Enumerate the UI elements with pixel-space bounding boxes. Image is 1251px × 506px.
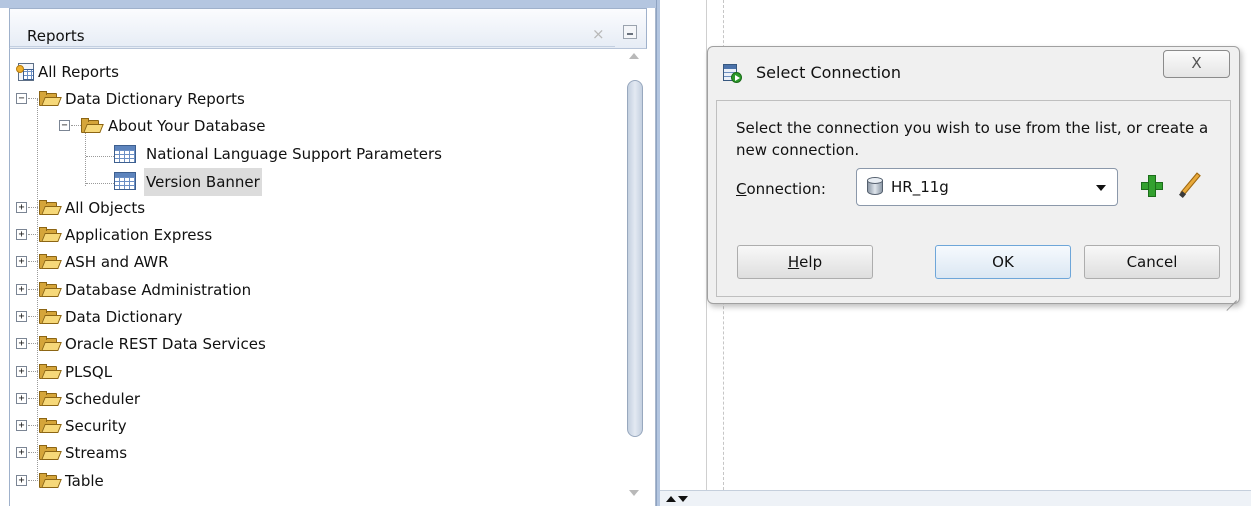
tree-item-label: Streams [65, 444, 128, 462]
tree-item-label: Data Dictionary [65, 308, 183, 326]
help-button[interactable]: Help [737, 245, 873, 279]
panel-top-strip [0, 0, 656, 8]
add-connection-icon[interactable] [1140, 174, 1164, 198]
reports-panel: Reports × All Reports − Data Dictionary … [0, 0, 656, 506]
expand-icon[interactable]: + [16, 202, 27, 213]
mnemonic-letter: H [787, 253, 800, 271]
scroll-up-icon[interactable] [629, 53, 639, 59]
expand-icon[interactable]: + [16, 229, 27, 240]
expand-icon[interactable]: + [16, 447, 27, 458]
tree-connector [28, 289, 38, 290]
folder-icon [38, 227, 62, 243]
tree-connector [28, 425, 38, 426]
dialog-titlebar[interactable]: Select Connection X [708, 47, 1239, 95]
minimize-button[interactable] [623, 25, 637, 39]
tree-connector [28, 343, 38, 344]
panel-left-border [9, 49, 10, 506]
tree-item-label: National Language Support Parameters [146, 145, 442, 163]
tree-connector [28, 452, 38, 453]
run-report-icon [722, 63, 742, 83]
edit-connection-icon[interactable] [1178, 172, 1204, 199]
tree-item-label: All Objects [65, 199, 146, 217]
folder-icon [38, 282, 62, 298]
expand-icon[interactable]: + [16, 338, 27, 349]
help-button-label: elp [799, 253, 823, 271]
tree-item-label: Table [65, 472, 104, 490]
reports-panel-title: Reports [27, 27, 85, 45]
arrow-up-icon[interactable] [666, 496, 676, 502]
expand-icon[interactable]: + [16, 311, 27, 322]
dialog-title: Select Connection [756, 63, 901, 82]
folder-icon [38, 91, 62, 107]
connection-value: HR_11g [891, 178, 949, 196]
tree-connector [28, 480, 38, 481]
report-table-icon [114, 172, 136, 190]
folder-icon [38, 254, 62, 270]
tree-item-label: Scheduler [65, 390, 141, 408]
connection-select[interactable]: HR_11g [856, 168, 1118, 206]
expand-icon[interactable]: + [16, 366, 27, 377]
connection-label: Connection: [736, 180, 826, 198]
folder-icon [38, 336, 62, 352]
tree-item-label: Version Banner [144, 168, 262, 196]
all-reports-icon [16, 62, 36, 82]
ok-button[interactable]: OK [935, 245, 1071, 279]
tree-item-label: Security [65, 417, 127, 435]
tree-item-label: ASH and AWR [65, 253, 169, 271]
tree-connector [86, 156, 114, 157]
folder-icon [38, 445, 62, 461]
collapse-icon[interactable]: − [59, 120, 70, 131]
reports-panel-header: Reports × [9, 8, 647, 49]
database-icon [867, 177, 883, 197]
scroll-thumb[interactable] [627, 80, 643, 437]
tree-connector [28, 261, 38, 262]
tree-item-label: All Reports [38, 63, 119, 81]
expand-icon[interactable]: + [16, 420, 27, 431]
bottom-toolbar [660, 490, 1251, 506]
expand-icon[interactable]: + [16, 475, 27, 486]
tree-item-label: Oracle REST Data Services [65, 335, 266, 353]
tree-item-label: About Your Database [108, 117, 266, 135]
collapse-icon[interactable]: − [16, 93, 27, 104]
tree-connector [28, 316, 38, 317]
dialog-close-button[interactable]: X [1163, 50, 1230, 78]
expand-icon[interactable]: + [16, 284, 27, 295]
tree-item-label: Data Dictionary Reports [65, 90, 245, 108]
tree-scrollbar[interactable] [622, 49, 648, 506]
tree-connector [28, 371, 38, 372]
chevron-down-icon[interactable] [1096, 185, 1106, 191]
reports-tab[interactable]: Reports × [10, 15, 615, 47]
folder-icon [38, 391, 62, 407]
connection-label-text: onnection: [746, 180, 826, 198]
folder-icon [38, 473, 62, 489]
expand-icon[interactable]: + [16, 393, 27, 404]
reports-tree: All Reports − Data Dictionary Reports − … [16, 55, 616, 506]
folder-icon [38, 364, 62, 380]
tree-connector [86, 183, 114, 184]
tree-connector [28, 98, 38, 99]
select-connection-dialog: Select Connection X Select the connectio… [707, 46, 1240, 304]
folder-icon [38, 309, 62, 325]
expand-icon[interactable]: + [16, 256, 27, 267]
cancel-button[interactable]: Cancel [1084, 245, 1220, 279]
close-icon[interactable]: × [592, 25, 605, 43]
folder-icon [38, 200, 62, 216]
tree-connector [28, 207, 38, 208]
tree-item-label: PLSQL [65, 363, 113, 381]
tree-connector [28, 234, 38, 235]
tree-item-label: Application Express [65, 226, 213, 244]
dialog-instruction: Select the connection you wish to use fr… [736, 119, 1209, 159]
folder-icon [80, 118, 104, 134]
tree-item-label: Database Administration [65, 281, 252, 299]
scroll-down-icon[interactable] [629, 490, 639, 496]
report-table-icon [114, 145, 136, 163]
folder-icon [38, 418, 62, 434]
mnemonic-letter: C [736, 180, 747, 198]
resize-grip[interactable] [1223, 287, 1237, 301]
close-icon: X [1191, 54, 1202, 72]
arrow-down-icon[interactable] [678, 496, 688, 502]
tree-connector [28, 398, 38, 399]
